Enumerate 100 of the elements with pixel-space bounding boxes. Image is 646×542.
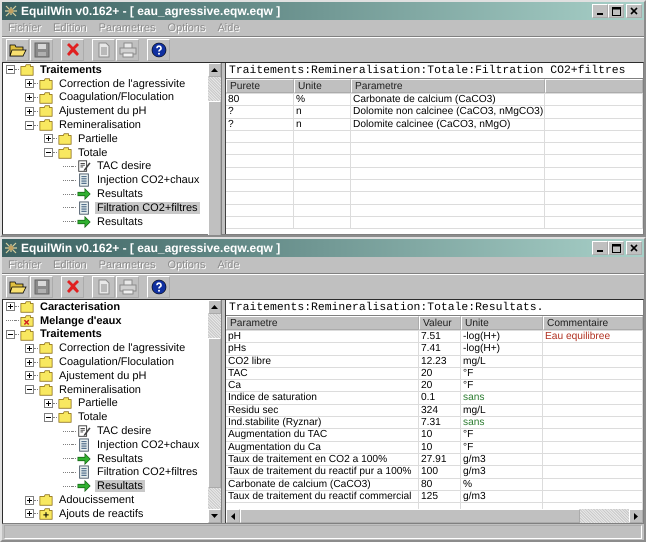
table-cell: °F: [461, 442, 543, 453]
table-cell: Indice de saturation: [226, 392, 419, 404]
expand-toggle[interactable]: [44, 148, 53, 158]
tree-item[interactable]: Resultats: [95, 480, 145, 492]
folder-open-icon: [8, 42, 26, 58]
tree-item[interactable]: Caracterisation: [38, 300, 122, 313]
window-title: EquilWin v0.162+ - [ eau_agressive.eqw.eqw ]: [21, 241, 282, 255]
tree-item[interactable]: Resultats: [95, 452, 145, 465]
tree-item[interactable]: Melange d'eaux: [38, 314, 124, 327]
table-cell: Dolomite calcinee (CaCO3, nMgO): [351, 118, 545, 130]
expand-toggle[interactable]: [25, 92, 34, 102]
table-cell: ?: [226, 106, 294, 118]
table-cell: Taux de traitement du reactif commercial: [226, 490, 419, 502]
tree-item[interactable]: Correction de l'agressivite: [57, 78, 188, 90]
tree-item[interactable]: Correction de l'agressivite: [57, 342, 188, 354]
tree-item[interactable]: Traitements: [38, 64, 104, 76]
arrow-icon: [76, 187, 92, 202]
expand-toggle[interactable]: [25, 371, 34, 380]
tree-item[interactable]: Filtration CO2+filtres: [95, 202, 200, 214]
document-icon: [76, 465, 92, 480]
expand-toggle[interactable]: [25, 106, 34, 116]
expand-toggle[interactable]: [25, 79, 34, 88]
down-arrow-icon: [211, 514, 218, 518]
tree-item[interactable]: Adoucissement: [57, 494, 136, 506]
tree-item[interactable]: Filtration CO2+filtres: [95, 466, 200, 478]
floppy-icon: [34, 279, 50, 295]
column-header[interactable]: Unite: [294, 79, 351, 93]
horizontal-scrollbar[interactable]: [226, 509, 643, 523]
toolbar-button[interactable]: [147, 39, 170, 61]
scroll-up-button[interactable]: [208, 63, 221, 77]
expand-toggle[interactable]: [44, 134, 53, 144]
tree-item[interactable]: TAC desire: [95, 160, 154, 172]
column-header[interactable]: Purete: [226, 79, 294, 93]
table-cell: °F: [461, 380, 543, 392]
table-cell: -log(H+): [461, 343, 543, 355]
expand-toggle[interactable]: [25, 344, 34, 353]
expand-toggle[interactable]: [6, 330, 15, 339]
folder-icon: [38, 368, 54, 383]
tree-item[interactable]: Resultats: [95, 188, 145, 200]
expand-toggle[interactable]: [25, 385, 34, 394]
tree-item[interactable]: Remineralisation: [57, 384, 143, 396]
table-cell: Carbonate de calcium (CaCO3): [351, 94, 545, 106]
expand-toggle[interactable]: [25, 509, 34, 518]
tree-item[interactable]: Ajustement du pH: [57, 105, 148, 118]
tree-item[interactable]: Totale: [76, 146, 110, 159]
arrow-icon: [76, 479, 92, 494]
toolbar-button[interactable]: [6, 276, 29, 298]
scroll-thumb[interactable]: [240, 509, 580, 523]
close-button[interactable]: [626, 4, 642, 18]
scroll-up-button[interactable]: [208, 300, 221, 314]
toolbar-button[interactable]: [147, 276, 170, 298]
scroll-thumb[interactable]: [208, 101, 221, 235]
tree-item[interactable]: Traitements: [38, 328, 104, 340]
column-header[interactable]: Valeur: [419, 316, 461, 330]
expand-toggle[interactable]: [44, 412, 53, 422]
tree-item[interactable]: Injection CO2+chaux: [95, 174, 202, 186]
scroll-right-button[interactable]: [629, 509, 643, 523]
folder-icon: [38, 382, 54, 397]
column-header[interactable]: Parametre: [351, 79, 545, 93]
expand-toggle[interactable]: [25, 120, 34, 130]
column-header[interactable]: Unite: [461, 316, 543, 330]
table-cell: 20: [419, 380, 461, 392]
tree-item[interactable]: Totale: [76, 411, 110, 424]
window-title: EquilWin v0.162+ - [ eau_agressive.eqw.eqw ]: [21, 4, 282, 18]
maximize-button[interactable]: [608, 241, 624, 255]
scroll-down-button[interactable]: [208, 509, 221, 523]
minimize-button[interactable]: [592, 241, 608, 255]
table-cell: sans: [461, 417, 543, 428]
tree-item[interactable]: Partielle: [76, 132, 120, 145]
close-button[interactable]: [626, 241, 642, 255]
expand-toggle[interactable]: [25, 496, 34, 505]
tree-item[interactable]: Partielle: [76, 397, 120, 410]
tree-item[interactable]: Resultats: [95, 216, 145, 228]
expand-toggle[interactable]: [25, 358, 34, 367]
vertical-scrollbar[interactable]: [208, 63, 222, 234]
column-header[interactable]: Commentaire: [543, 316, 643, 330]
toolbar-button[interactable]: [6, 39, 29, 61]
column-header[interactable]: Parametre: [226, 316, 419, 330]
folder-icon: [38, 90, 54, 104]
table-cell: mg/L: [461, 356, 543, 367]
folder-icon: [38, 76, 54, 91]
vertical-scrollbar[interactable]: [208, 300, 222, 523]
tree-item[interactable]: Ajustement du pH: [57, 370, 148, 382]
printer-icon: [118, 279, 136, 295]
tree-item[interactable]: Ajouts de reactifs: [57, 508, 146, 520]
minimize-button[interactable]: [592, 4, 608, 18]
maximize-button[interactable]: [608, 4, 624, 18]
tree-item[interactable]: TAC desire: [95, 425, 154, 438]
tree-item[interactable]: Remineralisation: [57, 119, 143, 132]
tree-item[interactable]: Coagulation/Floculation: [57, 356, 176, 368]
expand-toggle[interactable]: [44, 398, 53, 408]
expand-toggle[interactable]: [6, 65, 15, 74]
scroll-left-button[interactable]: [226, 509, 240, 523]
expand-toggle[interactable]: [6, 302, 15, 312]
tree-item[interactable]: Injection CO2+chaux: [95, 438, 202, 451]
table-cell: mg/L: [461, 404, 543, 416]
scroll-thumb[interactable]: [208, 338, 221, 488]
tree-item[interactable]: Coagulation/Floculation: [57, 91, 176, 104]
table-cell: Eau equilibree: [543, 331, 643, 342]
table-cell: 80: [226, 94, 294, 106]
